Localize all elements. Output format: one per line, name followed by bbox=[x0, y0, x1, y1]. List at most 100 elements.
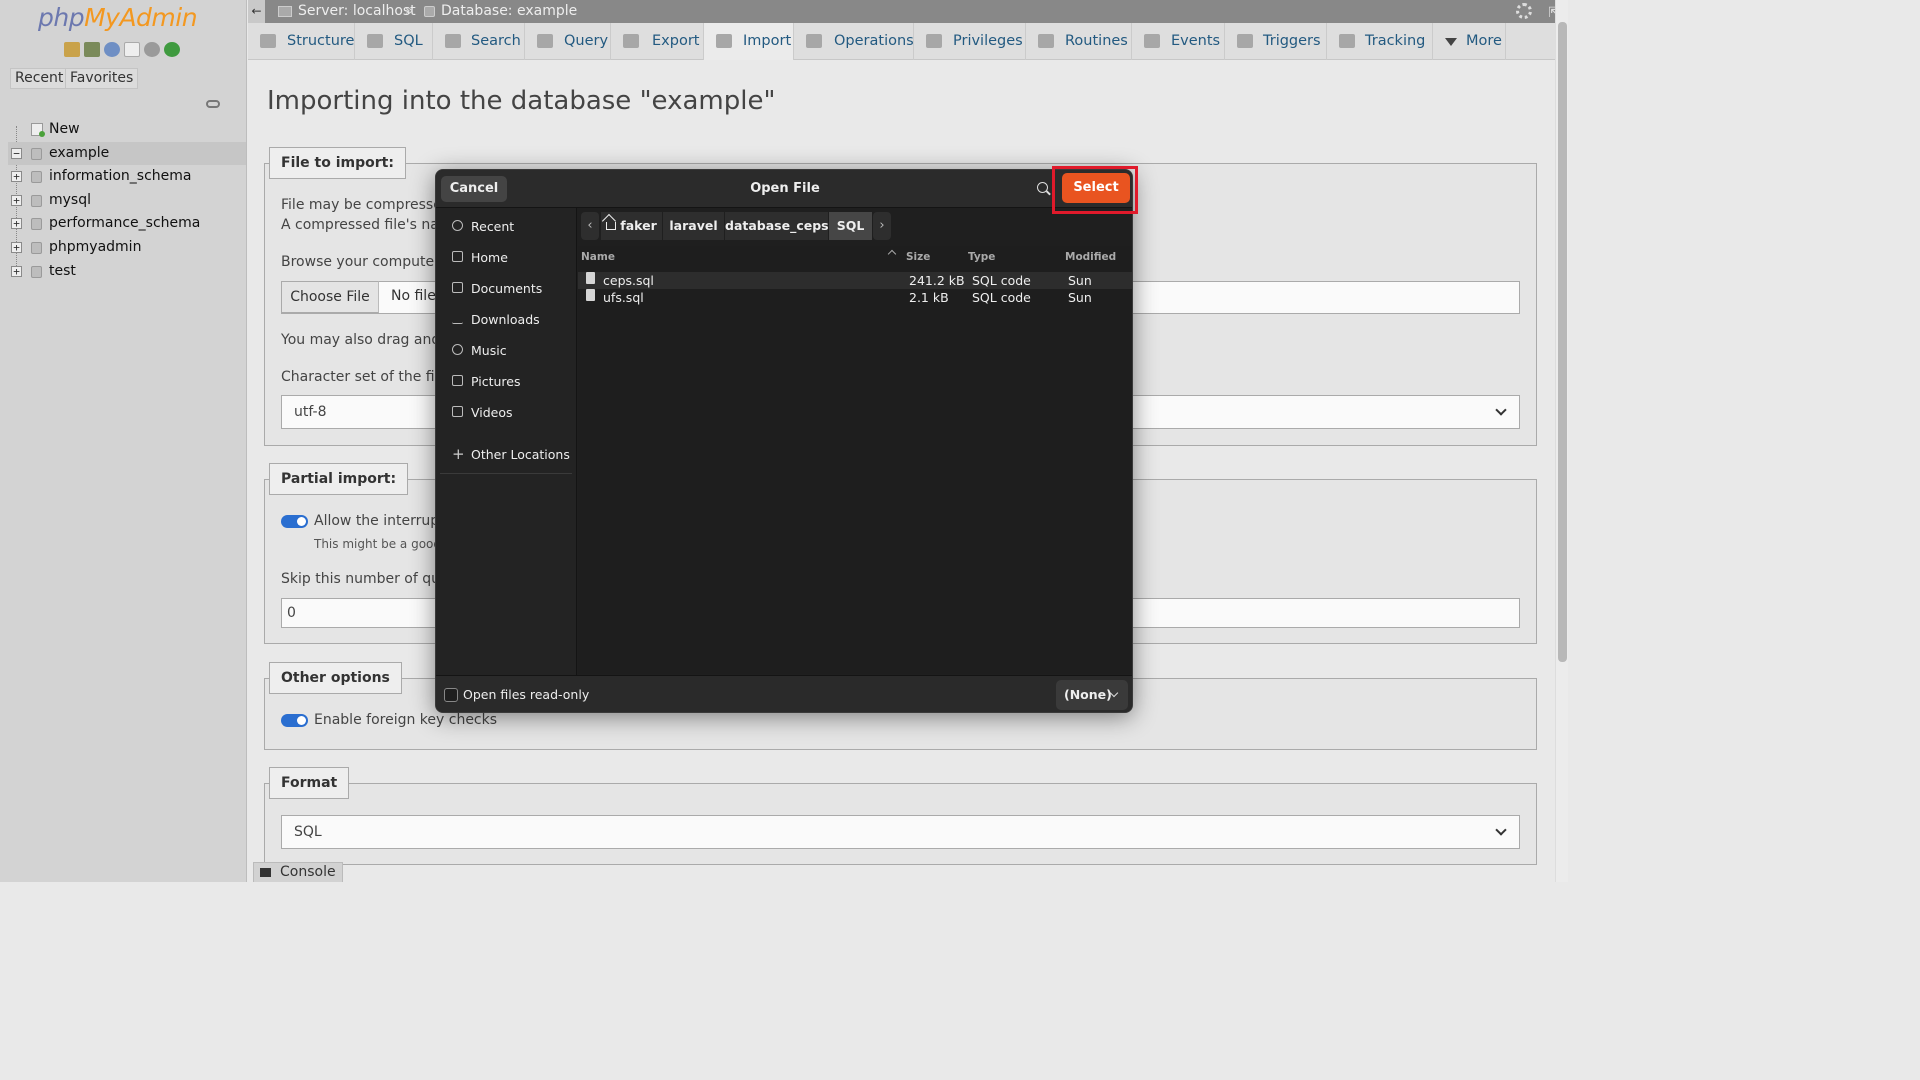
tree-item-information-schema[interactable]: + information_schema bbox=[8, 165, 246, 189]
read-only-label: Open files read-only bbox=[463, 687, 590, 702]
allow-interruption-toggle[interactable] bbox=[281, 515, 308, 528]
search-icon[interactable] bbox=[1037, 182, 1048, 193]
main-tab-bar: Structure SQL Search Query Export Import… bbox=[248, 23, 1555, 60]
file-row-ufs-sql[interactable]: ufs.sql 2.1 kB SQL code Sun bbox=[578, 289, 1132, 306]
path-laravel[interactable]: laravel bbox=[663, 212, 725, 240]
column-name[interactable]: Name bbox=[581, 251, 615, 263]
collapse-icon[interactable]: − bbox=[11, 147, 22, 159]
foreign-key-toggle[interactable] bbox=[281, 714, 308, 727]
column-modified[interactable]: Modified bbox=[1065, 251, 1116, 263]
phpmyadmin-logo[interactable]: phpMyAdmin bbox=[38, 3, 198, 32]
tree-item-performance-schema[interactable]: + performance_schema bbox=[8, 212, 246, 236]
docs-icon[interactable] bbox=[124, 42, 140, 57]
tab-query[interactable]: Query bbox=[525, 23, 611, 60]
path-forward-icon[interactable]: › bbox=[873, 212, 891, 240]
query-icon bbox=[537, 34, 553, 48]
tab-sql[interactable]: SQL bbox=[355, 23, 433, 60]
path-sql[interactable]: SQL bbox=[829, 212, 873, 240]
breadcrumb-separator: » bbox=[405, 3, 414, 19]
expand-icon[interactable]: + bbox=[11, 218, 22, 230]
download-icon bbox=[452, 313, 463, 324]
read-only-checkbox[interactable] bbox=[444, 688, 458, 702]
sidebar-item-documents[interactable]: Documents bbox=[440, 273, 572, 304]
format-select[interactable]: SQL bbox=[281, 815, 1520, 849]
video-icon bbox=[452, 406, 463, 417]
places-sidebar: Recent Home Documents Downloads Music Pi… bbox=[436, 208, 577, 675]
file-filter-dropdown[interactable]: (None) bbox=[1056, 680, 1128, 710]
file-filter-value: (None) bbox=[1064, 687, 1112, 702]
logout-icon[interactable] bbox=[84, 42, 100, 57]
server-icon bbox=[278, 6, 292, 17]
document-icon bbox=[452, 282, 463, 293]
database-icon bbox=[31, 218, 42, 231]
console-toggle[interactable]: Console bbox=[253, 862, 343, 882]
sidebar-item-music[interactable]: Music bbox=[440, 335, 572, 366]
tree-item-mysql[interactable]: + mysql bbox=[8, 189, 246, 213]
page-scrollbar[interactable] bbox=[1555, 0, 1568, 882]
tab-routines[interactable]: Routines bbox=[1026, 23, 1132, 60]
file-to-import-legend: File to import: bbox=[269, 147, 406, 179]
recent-tab[interactable]: Recent bbox=[10, 68, 69, 89]
expand-icon[interactable]: + bbox=[11, 241, 22, 253]
tab-search[interactable]: Search bbox=[433, 23, 525, 60]
open-file-dialog: Cancel Open File Select Recent Home Docu… bbox=[435, 169, 1133, 713]
settings-icon[interactable] bbox=[144, 42, 160, 57]
breadcrumb-server[interactable]: Server: localhost bbox=[298, 0, 416, 23]
tab-more[interactable]: More bbox=[1433, 23, 1506, 60]
reload-icon[interactable] bbox=[164, 42, 180, 57]
chevron-down-icon bbox=[1495, 824, 1507, 836]
tab-operations[interactable]: Operations bbox=[794, 23, 914, 60]
music-icon bbox=[452, 344, 463, 355]
partial-import-legend: Partial import: bbox=[269, 463, 409, 495]
tab-events[interactable]: Events bbox=[1132, 23, 1225, 60]
tab-export[interactable]: Export bbox=[611, 23, 704, 60]
chevron-down-icon bbox=[1495, 404, 1507, 416]
column-type[interactable]: Type bbox=[968, 251, 995, 263]
path-back-icon[interactable]: ‹ bbox=[581, 212, 599, 240]
file-icon bbox=[586, 272, 595, 284]
favorites-tab[interactable]: Favorites bbox=[65, 68, 139, 89]
clock-icon bbox=[1144, 34, 1160, 48]
sidebar-item-home[interactable]: Home bbox=[440, 242, 572, 273]
expand-icon[interactable]: + bbox=[11, 194, 22, 206]
tree-item-phpmyadmin[interactable]: + phpmyadmin bbox=[8, 236, 246, 260]
sidebar-item-downloads[interactable]: Downloads bbox=[440, 304, 572, 335]
foreign-key-label: Enable foreign key checks bbox=[314, 712, 498, 728]
database-icon bbox=[424, 6, 435, 17]
file-list-header: Name Size Type Modified bbox=[578, 249, 1132, 267]
tree-item-new[interactable]: New bbox=[8, 118, 246, 142]
sidebar-item-recent[interactable]: Recent bbox=[440, 211, 572, 242]
path-faker[interactable]: faker bbox=[601, 212, 663, 240]
collapse-nav-button[interactable]: ← bbox=[248, 0, 265, 23]
home-icon[interactable] bbox=[64, 42, 80, 57]
triggers-icon bbox=[1237, 34, 1253, 48]
gear-icon[interactable] bbox=[1516, 3, 1532, 19]
sidebar-item-pictures[interactable]: Pictures bbox=[440, 366, 572, 397]
database-icon bbox=[31, 265, 42, 278]
sidebar-item-other-locations[interactable]: + Other Locations bbox=[440, 439, 572, 470]
help-icon[interactable] bbox=[104, 42, 120, 57]
privileges-icon bbox=[926, 34, 942, 48]
tree-item-example[interactable]: − example bbox=[8, 141, 246, 166]
tab-structure[interactable]: Structure bbox=[248, 23, 355, 60]
column-size[interactable]: Size bbox=[906, 251, 930, 263]
expand-icon[interactable]: + bbox=[11, 171, 22, 183]
file-row-ceps-sql[interactable]: ceps.sql 241.2 kB SQL code Sun bbox=[578, 272, 1132, 289]
dialog-footer: Open files read-only (None) bbox=[436, 675, 1132, 712]
new-database-icon bbox=[31, 123, 45, 137]
compression-note: File may be compressed ( bbox=[281, 197, 461, 213]
tab-tracking[interactable]: Tracking bbox=[1327, 23, 1433, 60]
scrollbar-thumb[interactable] bbox=[1558, 22, 1567, 662]
tree-item-test[interactable]: + test bbox=[8, 260, 246, 284]
tab-privileges[interactable]: Privileges bbox=[914, 23, 1026, 60]
link-icon[interactable] bbox=[206, 100, 220, 108]
breadcrumb-database[interactable]: Database: example bbox=[441, 0, 577, 23]
tab-import[interactable]: Import bbox=[704, 23, 794, 60]
path-database-ceps[interactable]: database_ceps bbox=[725, 212, 829, 240]
dialog-header: Cancel Open File Select bbox=[436, 170, 1132, 208]
choose-file-button[interactable]: Choose File bbox=[281, 281, 379, 313]
expand-icon[interactable]: + bbox=[11, 265, 22, 277]
sidebar-divider bbox=[440, 473, 572, 474]
tab-triggers[interactable]: Triggers bbox=[1225, 23, 1327, 60]
sidebar-item-videos[interactable]: Videos bbox=[440, 397, 572, 428]
